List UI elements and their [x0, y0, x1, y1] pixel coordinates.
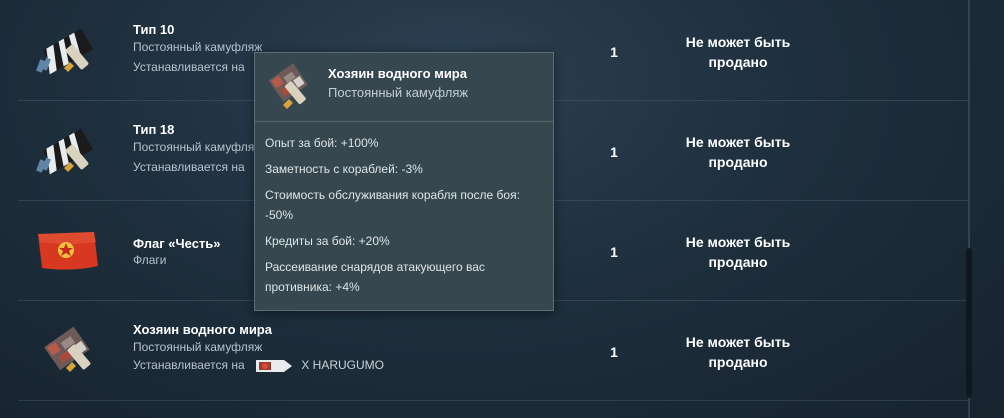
camouflage-icon [36, 28, 94, 75]
item-quantity: 1 [610, 344, 618, 360]
scrollbar-thumb[interactable] [966, 248, 972, 398]
item-quantity: 1 [610, 244, 618, 260]
item-subtitle: Флаги [133, 253, 167, 267]
sell-status: Не может быть продано [685, 134, 791, 170]
sell-status: Не может быть продано [685, 234, 791, 270]
item-subtitle: Постоянный камуфляж [133, 140, 263, 154]
sell-status: Не может быть продано [685, 34, 791, 70]
ship-name[interactable]: X HARUGUMO [301, 358, 384, 372]
item-title: Тип 18 [133, 122, 175, 137]
item-subtitle: Постоянный камуфляж [133, 40, 263, 54]
tooltip-title: Хозяин водного мира [328, 66, 467, 81]
bonus-item: Опыт за бой: +100% [265, 136, 379, 150]
tooltip-subtitle: Постоянный камуфляж [328, 85, 469, 100]
water-lord-camouflage-icon [268, 63, 309, 109]
install-label: Устанавливается на [133, 160, 245, 174]
bonus-item: Кредиты за бой: +20% [265, 234, 390, 248]
item-subtitle: Постоянный камуфляж [133, 340, 263, 354]
install-label: Устанавливается на [133, 60, 245, 74]
bonus-item: Рассеивание снарядов атакующего вас прот… [265, 260, 485, 294]
tooltip-divider [255, 121, 553, 122]
water-lord-camouflage-icon [44, 326, 91, 372]
bonus-item: Стоимость обслуживания корабля после боя… [265, 188, 520, 222]
item-quantity: 1 [610, 144, 618, 160]
item-quantity: 1 [610, 44, 618, 60]
tooltip-bonus-list: Опыт за бой: +100% Заметность с кораблей… [265, 133, 545, 303]
item-tooltip: Хозяин водного мира Постоянный камуфляж … [254, 52, 554, 311]
item-title: Хозяин водного мира [133, 322, 272, 337]
item-title: Тип 10 [133, 22, 175, 37]
install-row: Устанавливается на X HARUGUMO [133, 358, 384, 373]
install-label: Устанавливается на [133, 358, 245, 372]
list-item[interactable]: Хозяин водного мира Постоянный камуфляж … [18, 300, 968, 401]
sell-status: Не может быть продано [685, 334, 791, 370]
camouflage-icon [36, 128, 94, 175]
item-title: Флаг «Честь» [133, 236, 221, 251]
red-flag-icon [38, 232, 98, 270]
ship-nation-flag-icon [256, 359, 292, 372]
bonus-item: Заметность с кораблей: -3% [265, 162, 423, 176]
